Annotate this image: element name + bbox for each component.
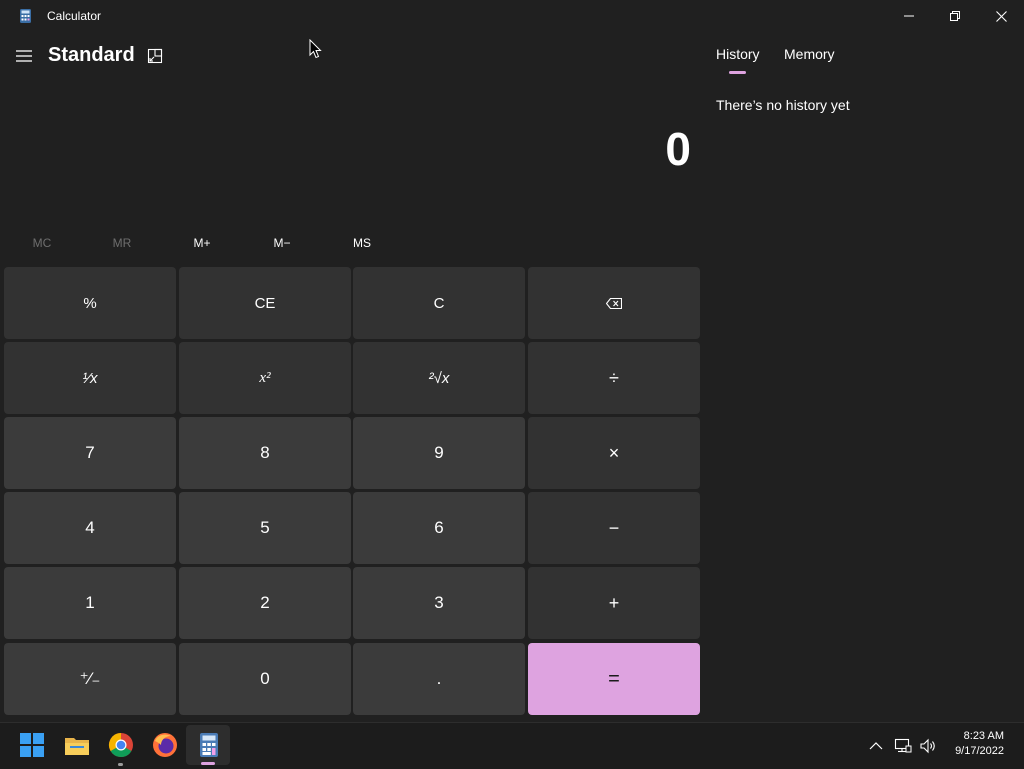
backspace-button[interactable] [528, 267, 700, 339]
minimize-icon [904, 15, 914, 17]
title-bar: Calculator [0, 0, 1024, 32]
restore-icon [950, 11, 960, 21]
memory-store-button[interactable]: MS [322, 228, 402, 258]
equals-button[interactable]: = [528, 643, 700, 715]
calculator-icon[interactable] [195, 731, 223, 759]
taskbar: 8:23 AM 9/17/2022 [0, 722, 1024, 769]
memory-clear-button[interactable]: MC [2, 228, 82, 258]
keep-on-top-button[interactable] [146, 47, 164, 65]
minimize-button[interactable] [886, 0, 932, 32]
mouse-cursor-icon [309, 38, 322, 64]
chrome-running-indicator [118, 763, 123, 766]
tab-history[interactable]: History [716, 46, 760, 62]
clear-button[interactable]: C [353, 267, 525, 339]
start-icon[interactable] [18, 731, 46, 759]
digit-5-button[interactable]: 5 [179, 492, 351, 564]
calculator-app-icon [20, 9, 31, 23]
memory-row: MC MR M+ M− MS [0, 228, 700, 258]
backspace-icon [606, 297, 622, 309]
add-button[interactable]: + [528, 567, 700, 639]
digit-0-button[interactable]: 0 [179, 643, 351, 715]
clock-date: 9/17/2022 [955, 745, 1004, 757]
calculator-running-indicator [201, 762, 215, 765]
firefox-icon[interactable] [151, 731, 179, 759]
digit-7-button[interactable]: 7 [4, 417, 176, 489]
clock-time: 8:23 AM [963, 730, 1004, 742]
close-icon [995, 10, 1007, 22]
memory-subtract-button[interactable]: M− [242, 228, 322, 258]
digit-3-button[interactable]: 3 [353, 567, 525, 639]
keypad: % CE C ¹⁄x x² ²√x ÷ 7 8 9 × 4 5 6 − 1 2 … [4, 267, 701, 716]
window-title: Calculator [47, 9, 102, 23]
reciprocal-button[interactable]: ¹⁄x [4, 342, 176, 414]
restore-button[interactable] [932, 0, 978, 32]
digit-8-button[interactable]: 8 [179, 417, 351, 489]
taskbar-clock[interactable]: 8:23 AM 9/17/2022 [955, 729, 1004, 759]
digit-2-button[interactable]: 2 [179, 567, 351, 639]
show-hidden-icons-chevron-up-icon[interactable] [867, 737, 885, 755]
navigation-menu-button[interactable] [14, 46, 34, 66]
keep-on-top-icon [147, 48, 163, 64]
history-empty-message: There’s no history yet [716, 97, 850, 113]
square-root-button[interactable]: ²√x [353, 342, 525, 414]
chrome-icon[interactable] [107, 731, 135, 759]
mode-title: Standard [48, 44, 135, 66]
digit-4-button[interactable]: 4 [4, 492, 176, 564]
square-button[interactable]: x² [179, 342, 351, 414]
subtract-button[interactable]: − [528, 492, 700, 564]
file-explorer-icon[interactable] [63, 731, 91, 759]
memory-recall-button[interactable]: MR [82, 228, 162, 258]
close-button[interactable] [978, 0, 1024, 32]
divide-button[interactable]: ÷ [528, 342, 700, 414]
digit-1-button[interactable]: 1 [4, 567, 176, 639]
multiply-button[interactable]: × [528, 417, 700, 489]
percent-button[interactable]: % [4, 267, 176, 339]
hamburger-menu-icon [16, 50, 32, 62]
decimal-point-button[interactable]: . [353, 643, 525, 715]
digit-9-button[interactable]: 9 [353, 417, 525, 489]
calculator-header: Standard [0, 36, 700, 76]
digit-6-button[interactable]: 6 [353, 492, 525, 564]
volume-icon[interactable] [919, 737, 937, 755]
clear-entry-button[interactable]: CE [179, 267, 351, 339]
active-tab-indicator [729, 71, 746, 74]
result-display: 0 [665, 123, 691, 175]
tab-memory[interactable]: Memory [784, 46, 835, 62]
memory-add-button[interactable]: M+ [162, 228, 242, 258]
negate-button[interactable]: ⁺⁄₋ [4, 643, 176, 715]
network-icon[interactable] [894, 737, 912, 755]
